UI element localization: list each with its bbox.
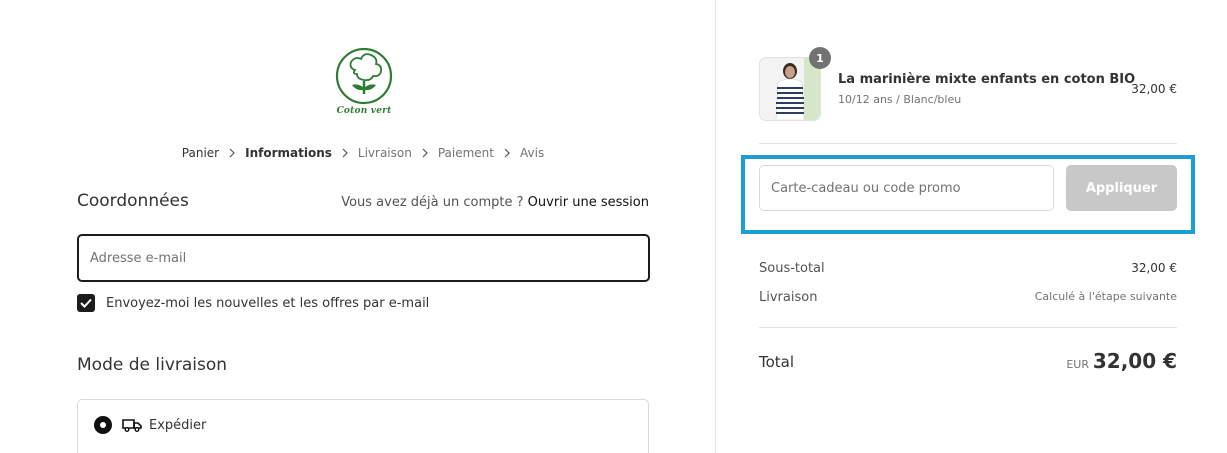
- total-divider: [759, 327, 1177, 328]
- chevron-right-icon: [422, 148, 428, 158]
- contact-section-title: Coordonnées: [77, 191, 189, 211]
- total-amount: 32,00 €: [1092, 349, 1177, 373]
- checkout-main: Coton vert Panier Informations Livraison…: [0, 0, 716, 453]
- subtotal-value: 32,00 €: [1131, 261, 1177, 275]
- summary-divider: [759, 143, 1177, 144]
- breadcrumb-avis: Avis: [520, 146, 545, 160]
- shipping-radio[interactable]: [94, 416, 112, 434]
- breadcrumb-paiement: Paiement: [437, 146, 494, 160]
- email-input[interactable]: [77, 234, 650, 282]
- breadcrumb-livraison: Livraison: [357, 146, 412, 160]
- chevron-right-icon: [229, 148, 235, 158]
- login-prompt-text: Vous avez déjà un compte ?: [341, 195, 524, 210]
- breadcrumb-informations: Informations: [245, 146, 332, 160]
- radio-dot: [100, 422, 106, 428]
- login-prompt: Vous avez déjà un compte ? Ouvrir une se…: [300, 195, 649, 210]
- product-price: 32,00 €: [1131, 82, 1177, 96]
- shipping-label: Livraison: [759, 290, 818, 305]
- newsletter-label: Envoyez-moi les nouvelles et les offres …: [106, 295, 430, 311]
- store-logo[interactable]: Coton vert: [333, 48, 395, 122]
- shipping-method-box: Expédier: [77, 399, 649, 453]
- cotton-logo-icon: [335, 48, 393, 105]
- promo-code-input[interactable]: [759, 165, 1054, 211]
- product-image: [760, 58, 820, 120]
- quantity-badge: 1: [809, 47, 831, 69]
- chevron-right-icon: [342, 148, 348, 158]
- product-thumbnail: 1: [759, 47, 831, 121]
- shipping-value: Calculé à l'étape suivante: [1034, 290, 1177, 303]
- shipping-option-expedier[interactable]: Expédier: [94, 416, 206, 434]
- logo-text: Coton vert: [336, 106, 392, 116]
- product-variant: 10/12 ans / Blanc/bleu: [838, 93, 962, 106]
- truck-icon: [122, 419, 142, 432]
- total-label: Total: [759, 353, 795, 371]
- newsletter-checkbox[interactable]: [77, 294, 95, 312]
- breadcrumb-panier[interactable]: Panier: [182, 146, 219, 160]
- shipping-section-title: Mode de livraison: [77, 355, 228, 375]
- order-summary: 1 La marinière mixte enfants en coton BI…: [716, 0, 1227, 453]
- total-currency: EUR: [1066, 358, 1089, 371]
- breadcrumb: Panier Informations Livraison Paiement A…: [0, 146, 726, 160]
- checkmark-icon: [80, 298, 92, 308]
- chevron-right-icon: [504, 148, 510, 158]
- newsletter-option[interactable]: Envoyez-moi les nouvelles et les offres …: [77, 294, 429, 312]
- shipping-option-label: Expédier: [149, 417, 207, 433]
- checkout-page: Coton vert Panier Informations Livraison…: [0, 0, 1227, 453]
- product-name: La marinière mixte enfants en coton BIO: [838, 72, 1136, 87]
- login-link[interactable]: Ouvrir une session: [528, 195, 649, 210]
- subtotal-label: Sous-total: [759, 261, 825, 276]
- apply-promo-button[interactable]: Appliquer: [1066, 165, 1177, 211]
